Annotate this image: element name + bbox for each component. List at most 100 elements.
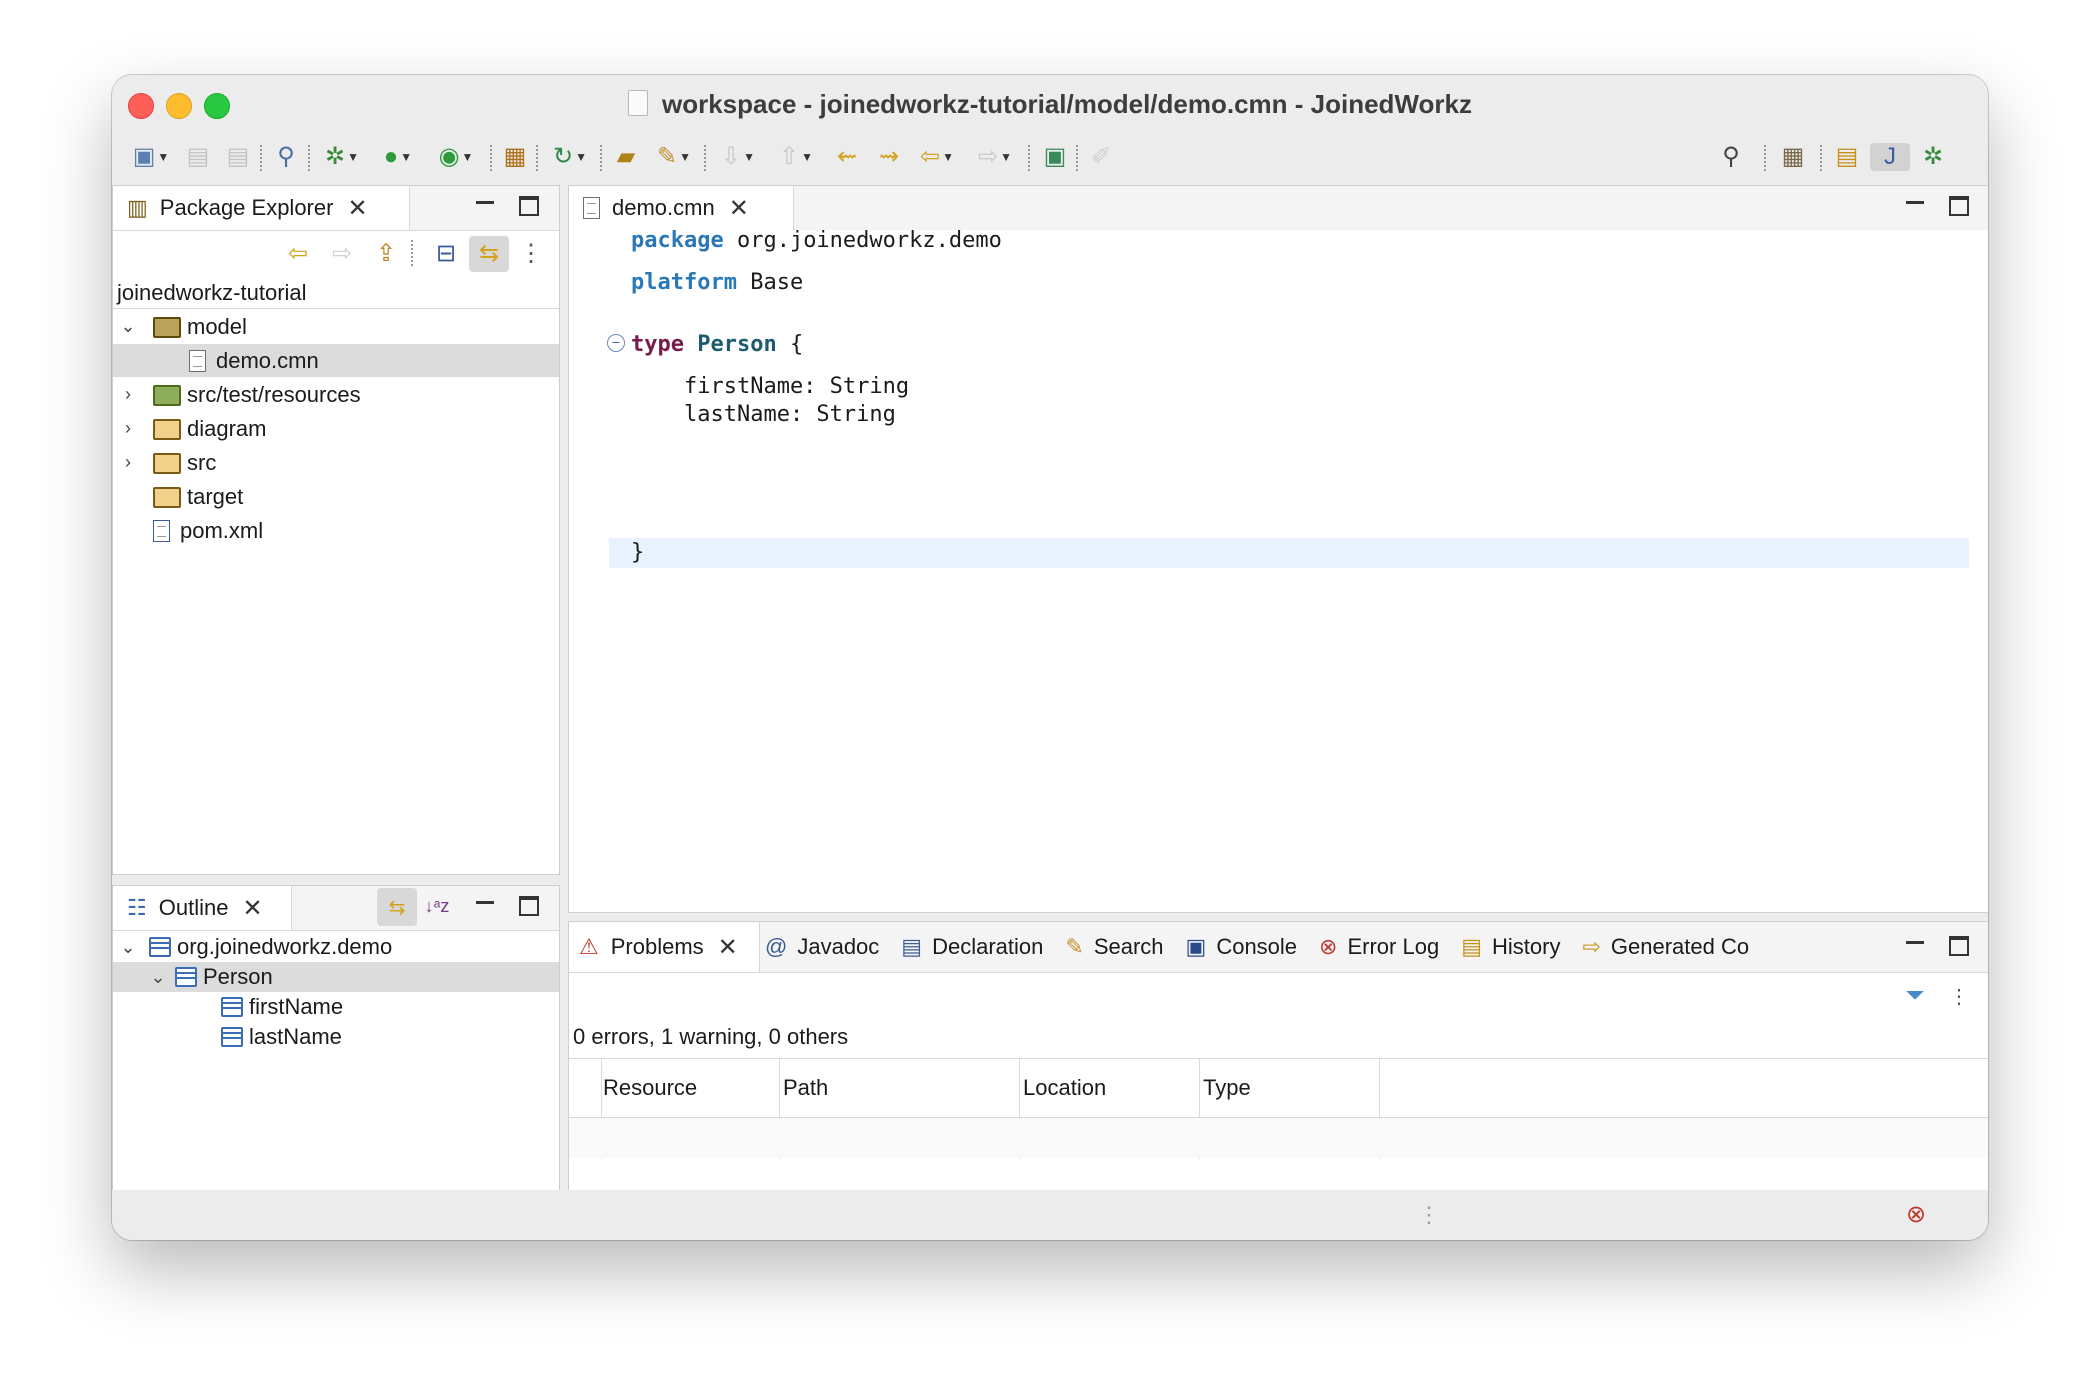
resource-perspective-icon[interactable]: ▤ [1830, 143, 1864, 171]
chevron-right-icon[interactable]: › [113, 418, 143, 439]
outline-item-lastname[interactable]: lastName [113, 1022, 559, 1052]
code-line-4: firstName: String [631, 374, 910, 399]
outline-header: ☷ Outline ✕ ⇆ ↓ᵃz [113, 886, 559, 931]
column-path[interactable]: Path [783, 1075, 828, 1101]
tab-search[interactable]: ✎ Search [1065, 934, 1163, 960]
fold-icon[interactable]: − [607, 334, 625, 352]
maximize-button[interactable] [517, 894, 541, 918]
outline-icon: ☷ [127, 895, 147, 920]
problems-table-row[interactable] [569, 1118, 1988, 1158]
tab-generated-co[interactable]: ⇨ Generated Co [1582, 934, 1749, 960]
new-icon[interactable]: ▣ ▼ [128, 143, 174, 171]
view-menu-icon[interactable]: ⋮ [1947, 984, 1971, 1008]
save-all-icon[interactable]: ▤ [224, 143, 252, 171]
chevron-down-icon[interactable]: ⌄ [113, 937, 143, 958]
error-log-icon: ⊗ [1319, 934, 1338, 959]
view-menu-icon[interactable]: ⋮ [519, 240, 543, 268]
maximize-button[interactable] [517, 194, 541, 218]
field-icon [221, 997, 243, 1017]
package-explorer-icon: ▥ [127, 195, 148, 220]
maven-file-icon [153, 519, 170, 542]
search-icon[interactable]: ⚲ [1714, 143, 1748, 171]
debug-perspective-icon[interactable]: ✲ [1916, 143, 1950, 171]
minimize-button[interactable] [1903, 194, 1927, 218]
open-perspective-icon[interactable]: ▦ [1776, 143, 1810, 171]
outline-item-person[interactable]: ⌄ Person [113, 962, 559, 992]
chevron-right-icon[interactable]: › [113, 384, 143, 405]
column-location[interactable]: Location [1023, 1075, 1106, 1101]
chevron-right-icon[interactable]: › [113, 452, 143, 473]
search-tool-icon[interactable]: ⚲ [272, 143, 300, 171]
outline-item-firstname[interactable]: firstName [113, 992, 559, 1022]
tree-item-demo-cmn[interactable]: demo.cmn [113, 344, 559, 377]
column-type[interactable]: Type [1203, 1075, 1251, 1101]
next-annotation-icon[interactable]: ⇩ ▼ [714, 143, 762, 171]
back-icon[interactable]: ⇦ [283, 240, 313, 268]
notification-error-icon[interactable]: ⊗ [1906, 1200, 1926, 1229]
minimize-button[interactable] [473, 194, 497, 218]
tab-history[interactable]: ▤ History [1461, 934, 1560, 960]
up-icon[interactable]: ⇪ [371, 240, 401, 268]
code-line-3: type Person { [631, 332, 804, 357]
tab-demo-cmn[interactable]: demo.cmn ✕ [569, 186, 794, 230]
tab-console[interactable]: ▣ Console [1186, 934, 1298, 960]
chevron-down-icon[interactable]: ⌄ [113, 316, 143, 337]
tree-item-src[interactable]: › src [113, 446, 559, 479]
forward-icon[interactable]: ⇨ ▼ [970, 143, 1020, 171]
tab-error-log[interactable]: ⊗ Error Log [1319, 934, 1439, 960]
declaration-icon: ▤ [901, 934, 923, 959]
maximize-button[interactable] [1947, 934, 1971, 958]
edit-icon[interactable]: ✐ [1086, 143, 1116, 171]
package-icon[interactable]: ▦ [500, 143, 530, 171]
sort-icon[interactable]: ↓ᵃz [425, 894, 450, 918]
title-bar: workspace - joinedworkz-tutorial/model/d… [112, 75, 1988, 131]
close-icon[interactable]: ✕ [718, 933, 738, 962]
search-icon: ✎ [1065, 934, 1084, 959]
close-icon[interactable]: ✕ [347, 194, 367, 223]
forward-icon[interactable]: ⇨ [327, 240, 357, 268]
chevron-down-icon[interactable]: ⌄ [143, 967, 173, 988]
tab-javadoc[interactable]: @ Javadoc [765, 934, 879, 960]
code-area[interactable]: package org.joinedworkz.demo platform Ba… [569, 228, 1988, 912]
open-task-icon[interactable]: ✎ ▼ [650, 143, 698, 171]
type-icon [175, 967, 197, 987]
prev-annotation-icon[interactable]: ⇧ ▼ [772, 143, 820, 171]
app-window: workspace - joinedworkz-tutorial/model/d… [112, 75, 1988, 1240]
refresh-icon[interactable]: ↻ ▼ [546, 143, 594, 171]
tree-item-src-test-resources[interactable]: › src/test/resources [113, 378, 559, 411]
problems-table-header: Resource Path Location Type [569, 1059, 1988, 1159]
link-with-editor-icon[interactable]: ⇆ [469, 236, 509, 272]
open-type-icon[interactable]: ▰ [610, 143, 642, 171]
folder-icon [153, 317, 181, 338]
field-icon [221, 1027, 243, 1047]
back-icon[interactable]: ⇦ ▼ [912, 143, 962, 171]
java-perspective-icon[interactable]: J [1870, 143, 1910, 171]
tab-outline[interactable]: ☷ Outline ✕ [113, 886, 292, 930]
last-edit-icon[interactable]: ⇜ [830, 143, 864, 171]
collapse-all-icon[interactable]: ⊟ [431, 240, 461, 268]
minimize-button[interactable] [473, 894, 497, 918]
console-icon: ▣ [1185, 934, 1207, 959]
tree-item-diagram[interactable]: › diagram [113, 412, 559, 445]
link-with-editor-icon[interactable]: ⇆ [377, 888, 417, 926]
pin-icon[interactable]: ▣ [1038, 143, 1072, 171]
debug-icon[interactable]: ✲ ▼ [318, 143, 366, 171]
external-tools-icon[interactable]: ◉ ▼ [430, 143, 482, 171]
column-resource[interactable]: Resource [603, 1075, 697, 1101]
tab-declaration[interactable]: ▤ Declaration [901, 934, 1043, 960]
save-icon[interactable]: ▤ [184, 143, 212, 171]
minimize-button[interactable] [1903, 934, 1927, 958]
maximize-button[interactable] [1947, 194, 1971, 218]
javadoc-icon: @ [765, 934, 788, 959]
tab-package-explorer[interactable]: ▥ Package Explorer ✕ [113, 186, 410, 230]
tree-item-target[interactable]: target [113, 480, 559, 513]
tab-problems[interactable]: ⚠ Problems ✕ [569, 922, 760, 972]
close-icon[interactable]: ✕ [729, 194, 749, 223]
close-icon[interactable]: ✕ [242, 894, 262, 923]
outline-item-package[interactable]: ⌄ org.joinedworkz.demo [113, 932, 559, 962]
tree-item-pom-xml[interactable]: pom.xml [113, 514, 559, 547]
next-edit-icon[interactable]: ⇝ [872, 143, 906, 171]
filter-icon[interactable]: ⏷ [1903, 982, 1927, 1009]
run-icon[interactable]: ● ▼ [374, 143, 422, 171]
tree-item-model[interactable]: ⌄ model [113, 310, 559, 343]
